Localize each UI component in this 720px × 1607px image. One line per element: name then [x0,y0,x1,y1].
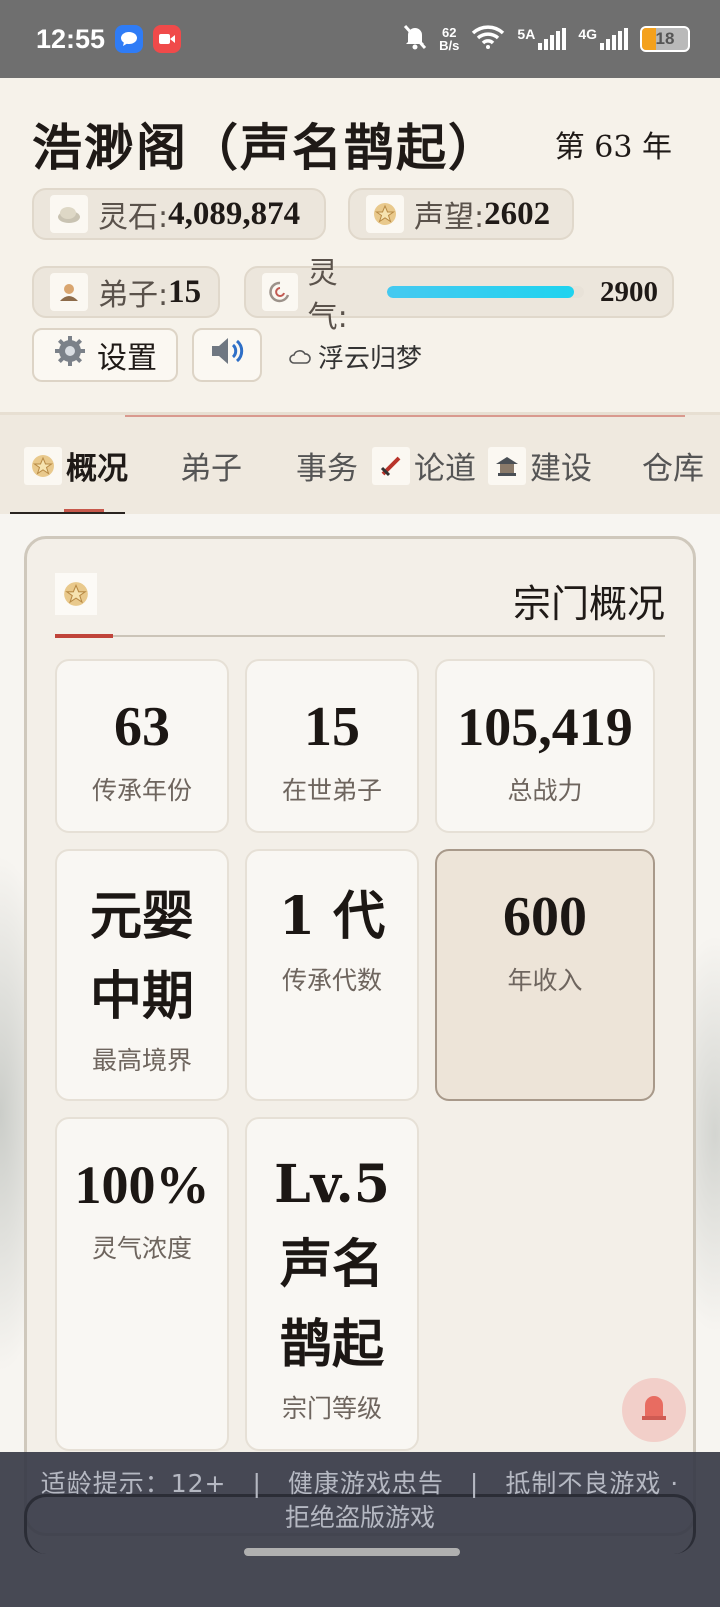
cloud-icon [288,342,312,372]
alarm-button[interactable] [622,1378,686,1442]
status-bar: 12:55 62 B/s 5A 4G 18 [0,0,720,78]
disciples-value: 15 [168,273,202,310]
overview-content: 宗门概况 63 传承年份 15 在世弟子 105,419 总战力 元婴 中期 最… [0,514,720,1607]
tab-disciples[interactable]: 弟子 [180,443,242,488]
spirit-stone-value: 4,089,874 [168,195,301,232]
sect-header: 浩渺阁（声名鹊起） 第 63 年 灵石: 4,089,874 声望: 2602 … [0,78,720,412]
tab-affairs[interactable]: 事务 [296,443,358,488]
sound-toggle-button[interactable] [192,328,262,382]
spirit-energy-icon [262,273,298,311]
stat-card-generations: 1 代 传承代数 [245,849,419,1101]
sword-icon [372,446,410,485]
health-notice-line1: 适龄提示：12+ | 健康游戏忠告 | 抵制不良游戏 · [40,1469,680,1498]
wifi-icon [471,24,505,54]
tab-construction[interactable]: 建设 [488,443,592,488]
stat-card-sect-level: Lv.5 声名 鹊起 宗门等级 [245,1117,419,1451]
spirit-stone-pill: 灵石: 4,089,874 [32,188,326,240]
spirit-energy-value: 2900 [599,275,658,308]
recorder-app-icon [153,25,182,53]
signal-4g-icon: 4G [578,27,628,50]
gear-icon [53,334,87,376]
star-badge-icon [366,195,404,233]
health-notice-footer: 适龄提示：12+ | 健康游戏忠告 | 抵制不良游戏 · 拒绝盗版游戏 [0,1452,720,1607]
main-tab-bar: 概况 弟子 事务 论道 建设 仓库 [0,412,720,517]
stat-card-total-power: 105,419 总战力 [435,659,655,833]
speaker-icon [208,334,246,376]
reputation-value: 2602 [484,195,551,232]
tab-warehouse[interactable]: 仓库 [642,443,704,488]
message-app-icon [115,25,144,53]
tab-overview[interactable]: 概况 [24,443,128,488]
mute-icon [403,24,427,55]
spirit-stone-icon [50,195,88,233]
battery-icon: 18 [640,26,690,52]
pavilion-icon [488,446,526,485]
settings-button[interactable]: 设置 [32,328,178,382]
stat-card-spirit-density: 100% 灵气浓度 [55,1117,229,1451]
star-badge-icon [55,573,97,615]
stat-card-annual-income[interactable]: 600 年收入 [435,849,655,1101]
year-display: 第 63 年 [554,130,672,165]
sect-overview-panel: 宗门概况 63 传承年份 15 在世弟子 105,419 总战力 元婴 中期 最… [24,536,696,1536]
clock: 12:55 [36,23,106,54]
spirit-energy-pill: 灵气: 2900 [244,256,674,335]
sect-motto: 浮云归梦 [288,338,422,375]
signal-5a-icon: 5A [517,27,567,50]
net-speed: 62 B/s [439,25,460,53]
health-notice-line2: 拒绝盗版游戏 [284,1503,435,1532]
reputation-pill: 声望: 2602 [348,188,574,240]
sect-title: 浩渺阁（声名鹊起） [32,118,500,177]
panel-title: 宗门概况 [512,582,665,626]
stat-card-heritage-years: 63 传承年份 [55,659,229,833]
disciple-icon [50,273,88,311]
tab-discourse[interactable]: 论道 [372,443,476,488]
stat-card-highest-realm: 元婴 中期 最高境界 [55,849,229,1101]
home-indicator[interactable] [244,1548,460,1556]
stat-card-living-disciples: 15 在世弟子 [245,659,419,833]
siren-icon [636,1388,672,1432]
spirit-energy-bar [387,286,584,298]
star-badge-icon [24,446,62,485]
disciples-pill: 弟子: 15 [32,266,220,318]
